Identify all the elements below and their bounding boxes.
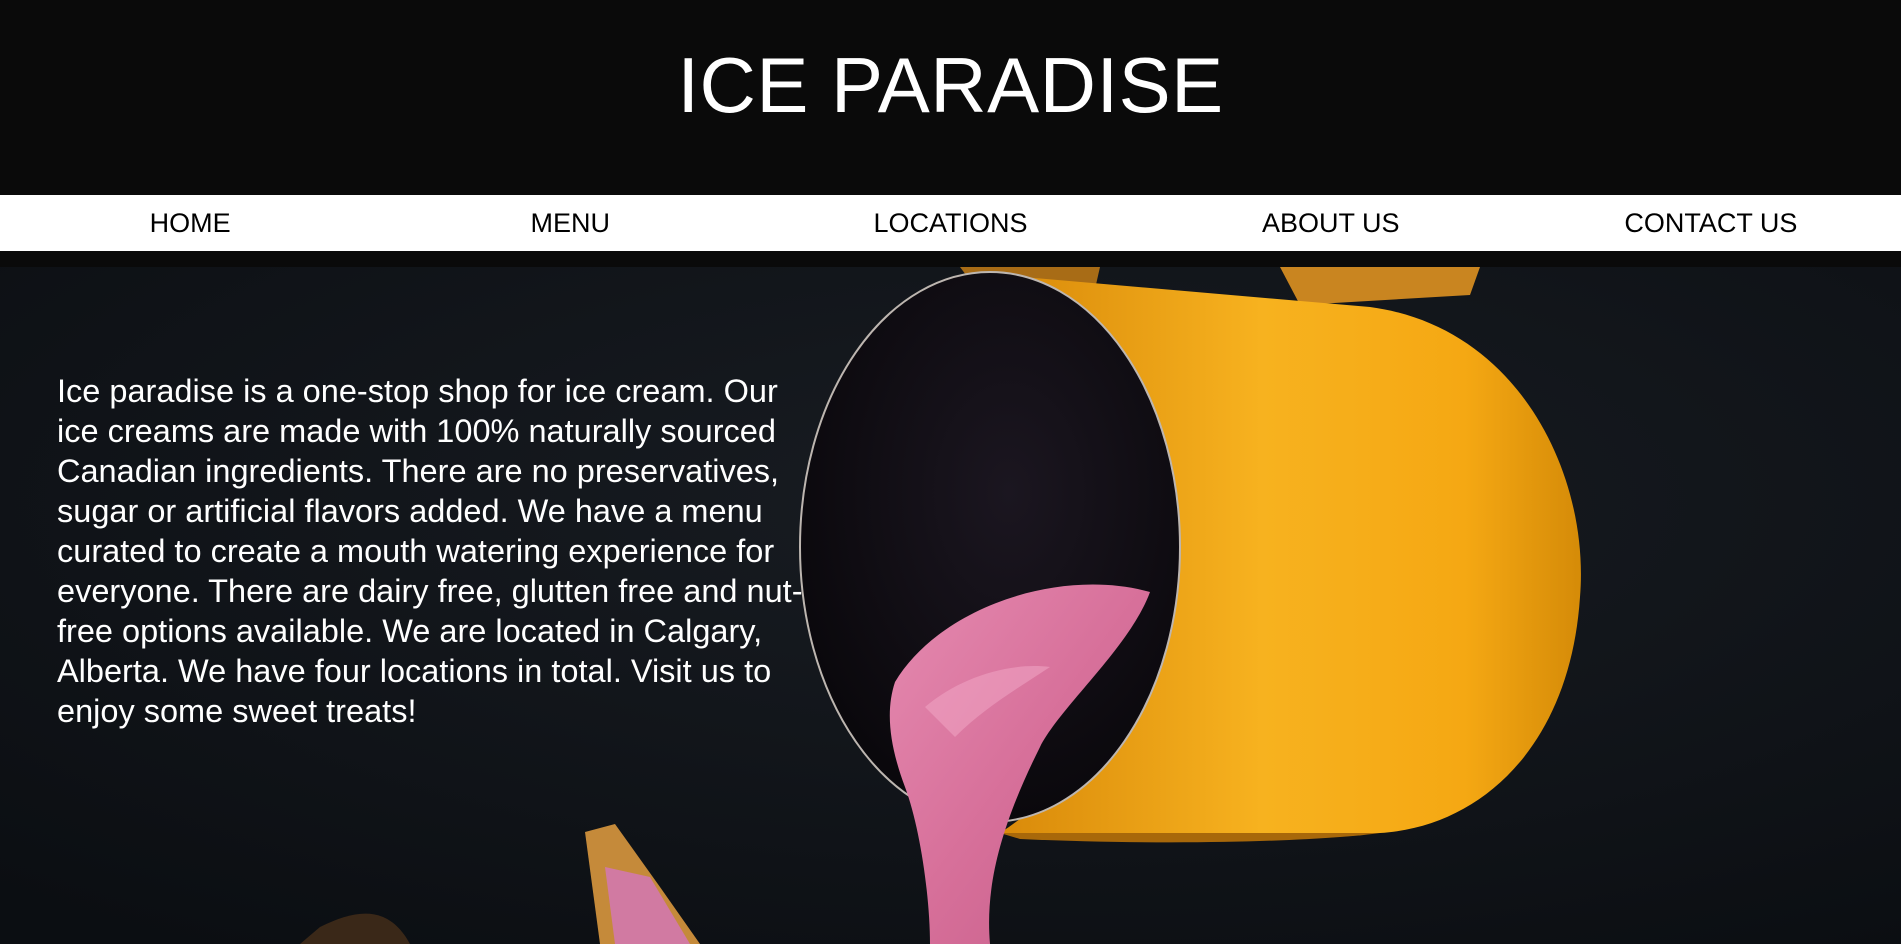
hero-section: Ice paradise is a one-stop shop for ice … (0, 267, 1901, 944)
nav-item-locations[interactable]: LOCATIONS (760, 195, 1140, 251)
nav-divider (0, 251, 1901, 267)
nav-item-about-us[interactable]: ABOUT US (1141, 195, 1521, 251)
site-header: ICE PARADISE (0, 0, 1901, 195)
main-nav: HOME MENU LOCATIONS ABOUT US CONTACT US (0, 195, 1901, 251)
nav-item-home[interactable]: HOME (0, 195, 380, 251)
nav-item-menu[interactable]: MENU (380, 195, 760, 251)
nav-item-contact-us[interactable]: CONTACT US (1521, 195, 1901, 251)
site-title: ICE PARADISE (677, 41, 1224, 129)
hero-description: Ice paradise is a one-stop shop for ice … (57, 373, 803, 729)
